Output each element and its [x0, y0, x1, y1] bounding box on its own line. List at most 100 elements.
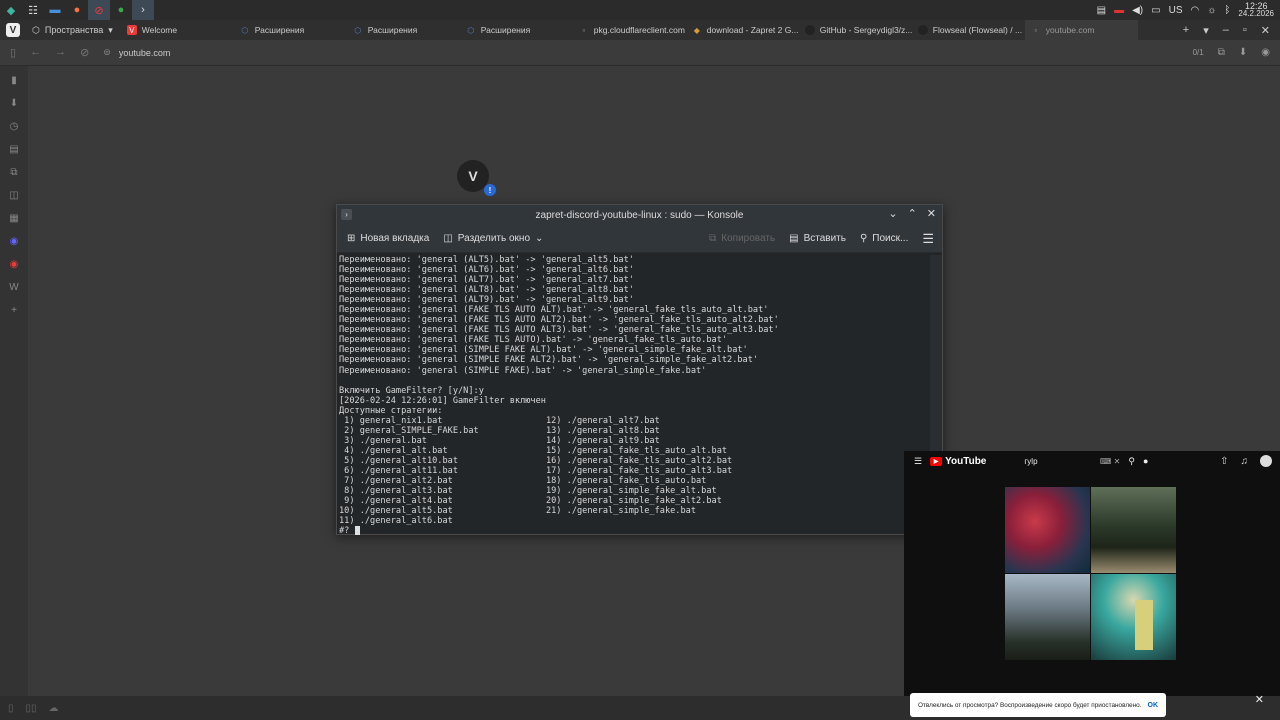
terminal-output[interactable]: Переименовано: 'general (ALT5).bat' -> '…: [339, 255, 931, 535]
thumbnail-image[interactable]: [1005, 487, 1090, 573]
tab-label: pkg.cloudflareclient.com: [593, 25, 685, 35]
tab-label: Расширения: [480, 25, 531, 35]
new-tab-icon[interactable]: +: [1183, 24, 1189, 37]
tab-extensions-2[interactable]: ⬡ Расширения: [347, 20, 460, 40]
thumbnail-image[interactable]: [1005, 574, 1090, 660]
address-bar: ▯ ← → ⊘ ⊜ youtube.com 0/1 ⧉ ⬇ ◉: [0, 40, 1280, 66]
wifi-icon[interactable]: ◠: [1191, 5, 1200, 16]
file-manager-icon[interactable]: ▬: [44, 0, 66, 20]
page-icon: ▫: [1034, 25, 1038, 35]
back-icon[interactable]: ←: [30, 46, 41, 59]
mic-icon[interactable]: ●: [1143, 456, 1148, 466]
cloud-icon[interactable]: ☁: [49, 703, 59, 714]
upload-icon[interactable]: ⇧: [1220, 456, 1228, 467]
thumbnail-image[interactable]: [1091, 574, 1176, 660]
tray-red-icon[interactable]: ▬: [1114, 5, 1124, 16]
download-icon[interactable]: ⬇: [1239, 47, 1247, 58]
find-button[interactable]: ⚲ Поиск...: [860, 233, 908, 244]
konsole-toolbar: ⊞ Новая вкладка ◫ Разделить окно ⌄ ⧉ Копиров…: [337, 225, 942, 253]
paste-button[interactable]: ▤ Вставить: [789, 233, 846, 244]
tab-flowseal[interactable]: Flowseal (Flowseal) / ...: [912, 20, 1025, 40]
terminal-line: [2026-02-24 12:26:01] GameFilter включен: [339, 395, 546, 406]
keyboard-layout[interactable]: US: [1169, 5, 1183, 16]
warning-badge-icon: !: [484, 184, 496, 196]
history-icon[interactable]: ◷: [8, 120, 20, 132]
menu-button[interactable]: ☰: [922, 231, 934, 247]
blocker-counter[interactable]: 0/1: [1193, 48, 1204, 57]
split-view-button[interactable]: ◫ Разделить окно ⌄: [443, 233, 543, 244]
close-icon[interactable]: ✕: [1261, 24, 1270, 37]
video-thumbnail-grid[interactable]: [1005, 487, 1176, 660]
translate-icon[interactable]: ⧉: [8, 166, 20, 178]
copy-button[interactable]: ⧉ Копировать: [709, 233, 775, 244]
search-value: гуlр: [1024, 456, 1038, 466]
app-launcher-icon[interactable]: ◆: [0, 0, 22, 20]
spaces-menu[interactable]: ⬡ Пространства ▾: [24, 25, 121, 36]
bluetooth-icon[interactable]: ᛒ: [1224, 5, 1230, 16]
bell-icon[interactable]: ♫: [1241, 456, 1249, 467]
reload-icon[interactable]: ⊘: [80, 46, 89, 59]
site-info-icon[interactable]: ⊜: [103, 47, 111, 58]
notes-icon[interactable]: ▤: [8, 143, 20, 155]
firefox-icon[interactable]: ●: [66, 0, 88, 20]
minimize-icon[interactable]: ⌄: [888, 207, 897, 220]
close-icon[interactable]: ✕: [927, 207, 936, 220]
tab-extensions-1[interactable]: ⬡ Расширения: [234, 20, 347, 40]
wikipedia-icon[interactable]: W: [8, 281, 20, 293]
panel-toggle-icon[interactable]: ▯: [10, 46, 16, 59]
new-tab-button[interactable]: ⊞ Новая вкладка: [347, 233, 429, 244]
tab-cloudflare[interactable]: ▫ pkg.cloudflareclient.com: [573, 20, 686, 40]
youtube-logo[interactable]: ▶ YouTube: [930, 456, 986, 467]
downloads-icon[interactable]: ⬇: [8, 97, 20, 109]
search-icon[interactable]: ⚲: [1128, 456, 1135, 467]
maximize-icon[interactable]: ⌃: [908, 207, 917, 220]
extension-icon[interactable]: ⧉: [1218, 47, 1225, 58]
split-icon: ◫: [443, 233, 453, 244]
add-panel-icon[interactable]: +: [8, 304, 20, 316]
search-input[interactable]: гуlр ⌨ ✕: [1024, 454, 1120, 468]
pause-warning-toast: Отвлеклись от просмотра? Воспроизведение…: [910, 693, 1166, 717]
tab-label: Расширения: [254, 25, 305, 35]
vivaldi-panel-icon[interactable]: ◉: [8, 258, 20, 270]
panel-icon[interactable]: ▯: [8, 703, 14, 714]
url-field[interactable]: ⊜ youtube.com: [103, 47, 170, 58]
close-icon[interactable]: ✕: [1255, 693, 1264, 706]
tab-github[interactable]: GitHub - Sergeydigl3/z...: [799, 20, 912, 40]
zapret-favicon-icon: ◆: [693, 25, 700, 35]
tab-zapret[interactable]: ◆ download - Zapret 2 G...: [686, 20, 799, 40]
minimize-icon[interactable]: –: [1223, 24, 1229, 37]
terminal-line: 8) ./general_alt3.bat 19) ./general_simp…: [339, 486, 717, 497]
tab-welcome[interactable]: V Welcome: [121, 20, 234, 40]
calendar-icon[interactable]: ▦: [8, 212, 20, 224]
tab-list-icon[interactable]: ▾: [1203, 24, 1209, 37]
tab-youtube[interactable]: ▫ youtube.com: [1024, 20, 1138, 40]
konsole-icon[interactable]: ›: [132, 0, 154, 20]
profile-icon[interactable]: ◉: [1261, 47, 1270, 58]
apps-menu-icon[interactable]: ☷: [22, 0, 44, 20]
green-app-icon[interactable]: ●: [110, 0, 132, 20]
hamburger-menu-icon[interactable]: ☰: [914, 456, 922, 467]
brightness-icon[interactable]: ☼: [1207, 5, 1216, 16]
clock[interactable]: 12:26 24.2.2026: [1238, 2, 1274, 18]
tab-extensions-3[interactable]: ⬡ Расширения: [460, 20, 573, 40]
volume-icon[interactable]: ◀): [1132, 5, 1143, 16]
mastodon-icon[interactable]: ◉: [8, 235, 20, 247]
avatar[interactable]: [1260, 455, 1272, 467]
thumbnail-image[interactable]: [1091, 487, 1176, 573]
forward-icon[interactable]: →: [55, 46, 66, 59]
keyboard-icon[interactable]: ⌨ ✕: [1100, 457, 1120, 466]
konsole-titlebar[interactable]: › zapret-discord-youtube-linux : sudo — …: [337, 205, 942, 225]
clipboard-icon[interactable]: ▤: [1097, 5, 1106, 16]
terminal-line: 5) ./general_alt10.bat 16) ./general_fak…: [339, 455, 733, 466]
split-label: Разделить окно: [457, 233, 531, 244]
bookmarks-icon[interactable]: ▮: [8, 74, 20, 86]
youtube-header: ☰ ▶ YouTube гуlр ⌨ ✕ ⚲ ● ⇧ ♫: [904, 451, 1280, 471]
tiling-icon[interactable]: ▯▯: [26, 703, 37, 714]
vivaldi-menu-button[interactable]: V: [6, 23, 20, 37]
vivaldi-icon[interactable]: ⊘: [88, 0, 110, 20]
battery-icon[interactable]: ▭: [1151, 5, 1160, 16]
toast-ok-button[interactable]: OK: [1148, 702, 1159, 709]
maximize-icon[interactable]: ▫: [1243, 24, 1247, 37]
toast-text: Отвлеклись от просмотра? Воспроизведение…: [918, 701, 1142, 709]
reading-list-icon[interactable]: ◫: [8, 189, 20, 201]
